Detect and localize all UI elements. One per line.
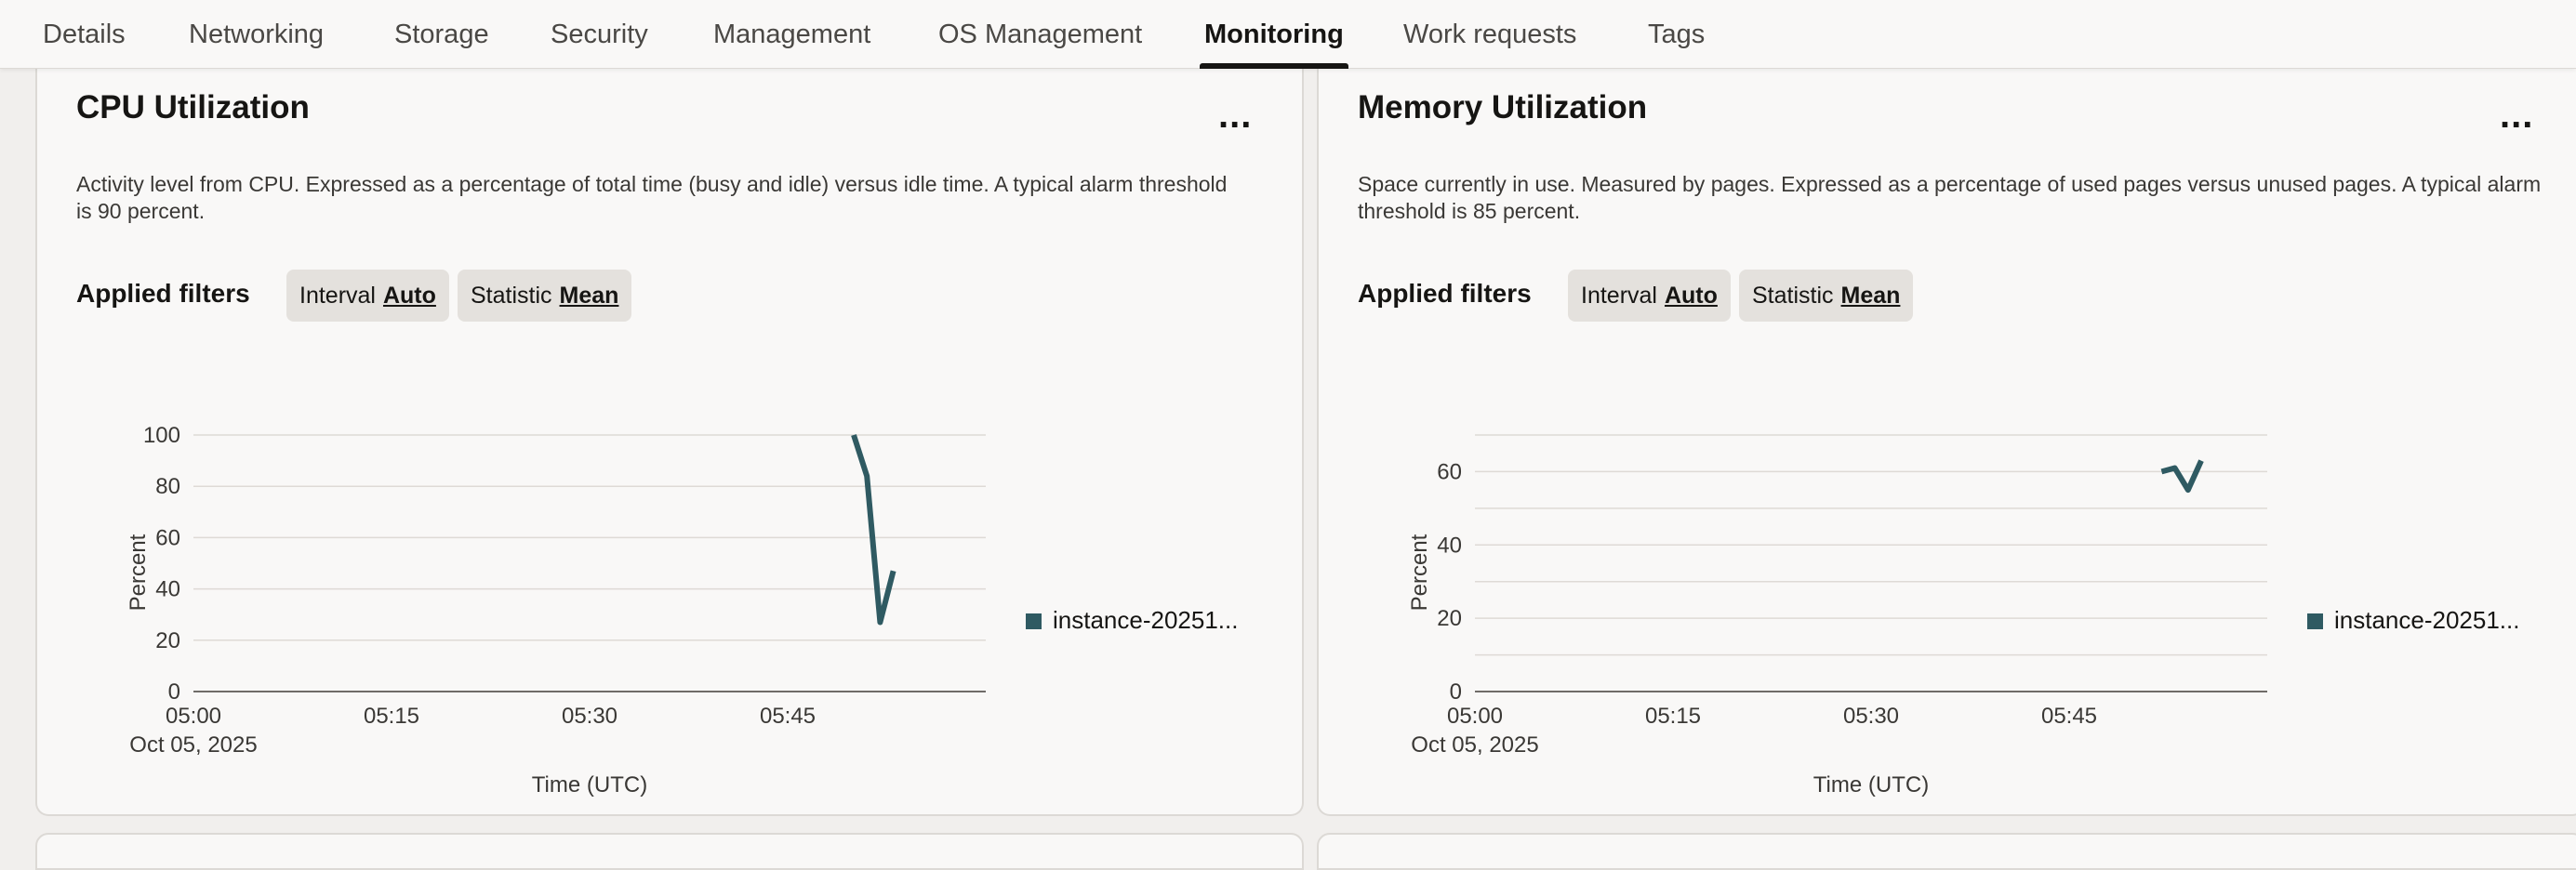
cpu-utilization-chart: 0 20 40 60 80 100 05:00 05:15 05:30 05:45 Oct 05, …	[126, 423, 1238, 798]
y-tick-label: 20	[1437, 606, 1462, 631]
card-description: Space currently in use. Measured by page…	[1358, 172, 2542, 223]
memory-utilization-chart: 0 20 40 60 05:00 05:15 05:30 05:45 Oct 05, 2025 T…	[1407, 434, 2519, 798]
card-title: CPU Utilization	[76, 89, 310, 125]
x-tick-label: 05:30	[1843, 704, 1899, 729]
filter-value: Mean	[559, 282, 619, 309]
filter-value: Mean	[1840, 282, 1901, 309]
x-tick-label: 05:00	[1447, 704, 1503, 729]
legend-label[interactable]: instance-20251...	[1053, 606, 1238, 634]
tab-os-management[interactable]: OS Management	[938, 0, 1142, 69]
series-line[interactable]	[851, 434, 896, 626]
filter-chip-statistic[interactable]: Statistic Mean	[458, 270, 632, 322]
filter-chip-interval[interactable]: Interval Auto	[286, 270, 449, 322]
y-tick-label: 20	[155, 628, 180, 653]
tab-security[interactable]: Security	[551, 0, 648, 69]
next-card-right	[1317, 833, 2576, 870]
y-axis-title: Percent	[1407, 534, 1432, 611]
tab-work-requests[interactable]: Work requests	[1403, 0, 1576, 69]
y-tick-label: 60	[155, 525, 180, 550]
tab-monitoring[interactable]: Monitoring	[1200, 0, 1348, 69]
filter-value: Auto	[382, 282, 436, 309]
legend-swatch	[1026, 613, 1042, 629]
x-tick-label: 05:15	[1645, 704, 1701, 729]
card-description: Activity level from CPU. Expressed as a …	[76, 172, 1228, 223]
memory-utilization-card: Memory Utilization ... Space currently i…	[1317, 56, 2576, 816]
x-axis-title: Time (UTC)	[1813, 772, 1929, 798]
applied-filters-label: Applied filters	[76, 279, 250, 308]
x-tick-date-label: Oct 05, 2025	[129, 732, 257, 758]
filter-name: Interval	[1581, 282, 1657, 309]
x-tick-label: 05:00	[166, 704, 221, 729]
filter-name: Statistic	[471, 282, 552, 309]
legend-swatch	[2307, 613, 2323, 629]
tab-bar: Details Networking Storage Security Mana…	[0, 0, 2576, 69]
y-tick-label: 60	[1437, 459, 1462, 484]
y-tick-label: 100	[143, 423, 180, 448]
x-tick-date-label: Oct 05, 2025	[1411, 732, 1538, 758]
x-axis-title: Time (UTC)	[532, 772, 647, 798]
series-line[interactable]	[2160, 459, 2204, 494]
x-tick-label: 05:15	[364, 704, 419, 729]
y-axis-title: Percent	[126, 534, 151, 611]
y-tick-label: 0	[1450, 679, 1462, 705]
next-card-left	[35, 833, 1304, 870]
more-actions-icon[interactable]: ...	[2500, 97, 2533, 134]
x-tick-label: 05:30	[562, 704, 617, 729]
tab-details[interactable]: Details	[43, 0, 126, 69]
tab-storage[interactable]: Storage	[394, 0, 489, 69]
more-actions-icon[interactable]: ...	[1218, 97, 1252, 134]
filter-name: Statistic	[1752, 282, 1834, 309]
legend-label[interactable]: instance-20251...	[2334, 606, 2519, 634]
tab-networking[interactable]: Networking	[189, 0, 324, 69]
x-tick-label: 05:45	[2041, 704, 2097, 729]
tab-tags[interactable]: Tags	[1648, 0, 1705, 69]
cpu-utilization-card: CPU Utilization ... Activity level from …	[35, 56, 1304, 816]
filter-value: Auto	[1664, 282, 1718, 309]
card-title: Memory Utilization	[1358, 89, 1648, 125]
filter-chip-statistic[interactable]: Statistic Mean	[1739, 270, 1914, 322]
applied-filters-label: Applied filters	[1358, 279, 1532, 308]
y-tick-label: 0	[168, 679, 180, 705]
y-tick-label: 40	[155, 577, 180, 602]
y-tick-label: 40	[1437, 533, 1462, 558]
x-tick-label: 05:45	[760, 704, 816, 729]
y-tick-label: 80	[155, 474, 180, 499]
filter-name: Interval	[299, 282, 376, 309]
filter-chip-interval[interactable]: Interval Auto	[1568, 270, 1731, 322]
tab-management[interactable]: Management	[713, 0, 870, 69]
